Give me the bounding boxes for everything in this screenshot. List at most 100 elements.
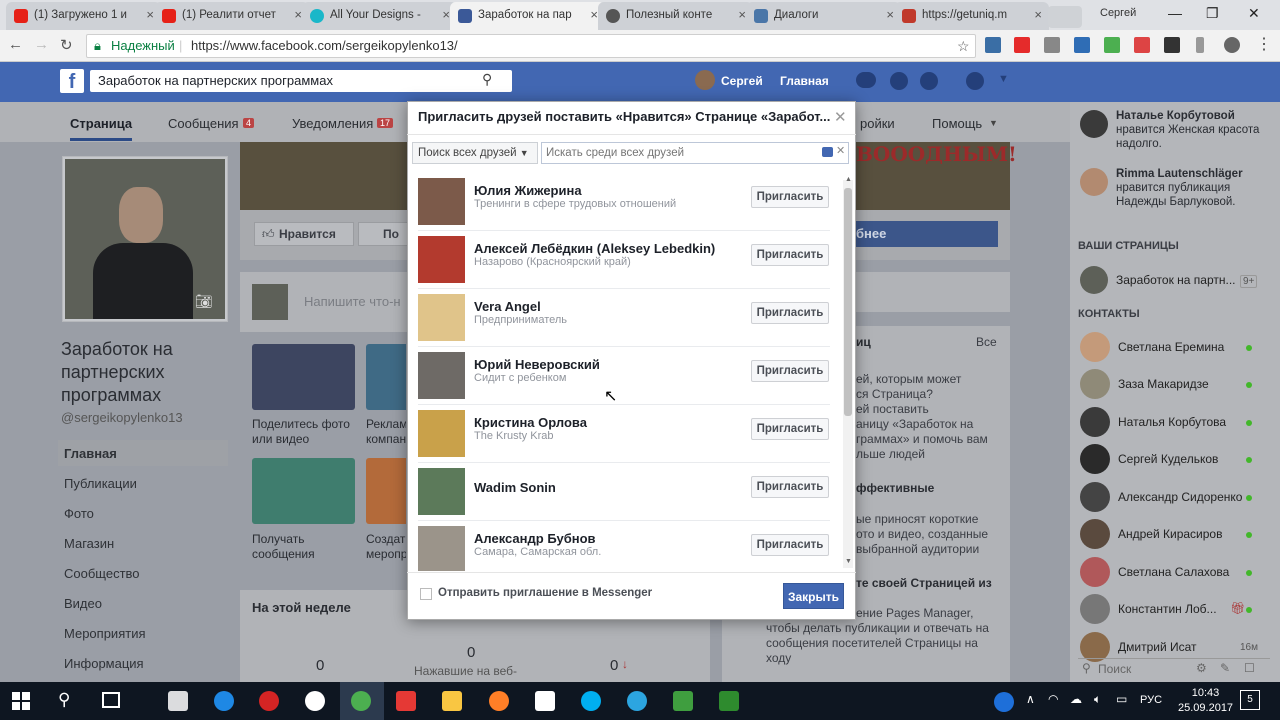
invite-button[interactable]: Пригласить xyxy=(751,302,829,324)
create-event-label[interactable]: Создать меропр xyxy=(366,532,406,562)
contact-item[interactable]: Светлана Салахова xyxy=(1080,557,1270,587)
network-icon[interactable]: ◠ xyxy=(1048,692,1058,706)
chevron-up-icon[interactable]: ∧ xyxy=(1026,692,1035,706)
bookmark-star-icon[interactable]: ☆ xyxy=(957,35,970,57)
camtasia-recorder-icon[interactable] xyxy=(719,691,739,711)
edge-icon[interactable] xyxy=(214,691,234,711)
get-messages-label[interactable]: Получать сообщения xyxy=(252,532,352,562)
chat-search-bar[interactable]: ⚲ Поиск ⚙ ✎ ☐ xyxy=(1078,658,1270,678)
notification-item[interactable]: Rimma Lautenschläger нравится публикация … xyxy=(1116,167,1266,209)
friend-avatar[interactable] xyxy=(418,468,465,515)
chat-search-input[interactable]: Поиск xyxy=(1098,662,1131,676)
friend-name[interactable]: Юлия Жижерина xyxy=(474,183,582,198)
friend-avatar[interactable] xyxy=(418,236,465,283)
invite-button[interactable]: Пригласить xyxy=(751,534,829,556)
help-icon[interactable] xyxy=(966,72,984,90)
seo-ext-icon[interactable] xyxy=(1134,37,1150,53)
sidebar-item-photos[interactable]: Фото xyxy=(64,506,94,521)
share-photo-label[interactable]: Поделитесь фото или видео xyxy=(252,417,362,447)
file-explorer-icon[interactable] xyxy=(442,691,462,711)
friend-name[interactable]: Wadim Sonin xyxy=(474,480,556,495)
friend-name[interactable]: Александр Бубнов xyxy=(474,531,596,546)
messenger-checkbox[interactable] xyxy=(420,588,432,600)
language-indicator[interactable]: РУС xyxy=(1140,694,1162,706)
page-handle[interactable]: @sergeikopylenko13 xyxy=(61,410,183,425)
facebook-logo-icon[interactable]: f xyxy=(60,69,84,93)
browser-tab[interactable]: Диалоги × xyxy=(746,2,901,30)
friend-avatar[interactable] xyxy=(418,178,465,225)
globe-icon[interactable] xyxy=(920,72,938,90)
tab-close-icon[interactable]: × xyxy=(738,2,746,28)
more-button[interactable]: бнее xyxy=(856,221,998,247)
download-ext-icon[interactable] xyxy=(1104,37,1120,53)
tab-settings[interactable]: ройки xyxy=(860,116,895,131)
sidebar-item-videos[interactable]: Видео xyxy=(64,596,102,611)
gear-icon[interactable]: ⚙ xyxy=(1196,661,1207,675)
contact-item[interactable]: Константин Лоб... 🎁︎ xyxy=(1080,594,1270,624)
ad-tile[interactable] xyxy=(366,344,406,410)
contact-item[interactable]: Заза Макаридзе xyxy=(1080,369,1270,399)
friend-name[interactable]: Юрий Неверовский xyxy=(474,357,600,372)
close-window-icon[interactable]: ✕ xyxy=(1248,5,1260,22)
cloud-icon[interactable]: ☁ xyxy=(1070,692,1082,706)
create-event-tile[interactable] xyxy=(366,458,406,524)
new-tab-button[interactable] xyxy=(1048,6,1082,28)
friends-search-input[interactable] xyxy=(541,142,849,164)
contact-item[interactable]: Наталья Корбутова xyxy=(1080,407,1270,437)
scrollbar-thumb[interactable] xyxy=(844,188,852,416)
notification-item[interactable]: Наталье Корбутовой нравится Женская красо… xyxy=(1116,109,1266,151)
chevron-down-icon[interactable]: ▼ xyxy=(998,73,1009,85)
browser-tab[interactable]: All Your Designs - × xyxy=(302,2,457,30)
friend-name[interactable]: Алексей Лебёдкин (Aleksey Lebedkin) xyxy=(474,241,715,256)
yandex-icon[interactable] xyxy=(396,691,416,711)
tab-help[interactable]: Помощь xyxy=(932,116,982,131)
extension-icon[interactable] xyxy=(985,37,1001,53)
store-icon[interactable] xyxy=(168,691,188,711)
clock[interactable]: 10:43 25.09.2017 xyxy=(1178,686,1233,716)
profile-name[interactable]: Сергей xyxy=(1100,7,1136,19)
invite-button[interactable]: Пригласить xyxy=(751,476,829,498)
back-icon[interactable]: ← xyxy=(8,36,23,53)
friend-avatar[interactable] xyxy=(418,294,465,341)
friend-avatar[interactable] xyxy=(418,352,465,399)
tab-close-icon[interactable]: × xyxy=(590,2,598,28)
browser-tab[interactable]: https://getuniq.m × xyxy=(894,2,1049,30)
sidebar-item-community[interactable]: Сообщество xyxy=(64,566,140,581)
sidebar-item-info[interactable]: Информация xyxy=(64,656,144,671)
avatar[interactable] xyxy=(695,70,715,90)
search-icon[interactable]: ⚲ xyxy=(58,690,70,710)
list-icon[interactable] xyxy=(822,147,833,157)
ad-label[interactable]: Реклам компан xyxy=(366,417,406,447)
tab-notifications[interactable]: Уведомления xyxy=(292,116,373,131)
opera-icon[interactable] xyxy=(259,691,279,711)
header-home-link[interactable]: Главная xyxy=(780,74,829,88)
sidebar-item-shop[interactable]: Магазин xyxy=(64,536,114,551)
contact-item[interactable]: Андрей Кирасиров xyxy=(1080,519,1270,549)
tab-page[interactable]: Страница xyxy=(70,116,132,131)
fb-search-input[interactable]: Заработок на партнерских программах xyxy=(90,70,512,92)
tab-close-icon[interactable]: × xyxy=(146,2,154,28)
ext-circle-icon[interactable] xyxy=(1224,37,1240,53)
windows-start-icon[interactable] xyxy=(12,692,30,710)
forward-icon[interactable]: → xyxy=(34,36,49,53)
browser-tab[interactable]: (1) Реалити отчет × xyxy=(154,2,309,30)
get-messages-tile[interactable] xyxy=(252,458,355,524)
volume-icon[interactable]: 🔈︎ xyxy=(1094,692,1101,707)
yandex-browser-icon[interactable] xyxy=(305,691,325,711)
see-all-link[interactable]: Все xyxy=(976,335,997,349)
composer-placeholder[interactable]: Напишите что-н xyxy=(304,294,401,309)
tab-close-icon[interactable]: × xyxy=(294,2,302,28)
sidebar-item-home[interactable]: Главная xyxy=(64,446,117,461)
profile-photo-frame[interactable]: 📷︎ xyxy=(62,156,228,322)
tab-close-icon[interactable]: × xyxy=(1034,2,1042,28)
sidebar-item-events[interactable]: Мероприятия xyxy=(64,626,146,641)
friends-filter-dropdown[interactable]: Поиск всех друзей ▼ xyxy=(412,142,538,164)
your-page-link[interactable]: Заработок на партн... xyxy=(1116,273,1236,287)
invite-button[interactable]: Пригласить xyxy=(751,244,829,266)
battery-icon[interactable]: ▭ xyxy=(1116,692,1127,706)
firefox-icon[interactable] xyxy=(489,691,509,711)
camtasia-icon[interactable] xyxy=(673,691,693,711)
tab-messages[interactable]: Сообщения xyxy=(168,116,239,131)
follow-button[interactable]: По xyxy=(358,222,408,246)
scroll-up-icon[interactable]: ▲ xyxy=(845,176,852,183)
